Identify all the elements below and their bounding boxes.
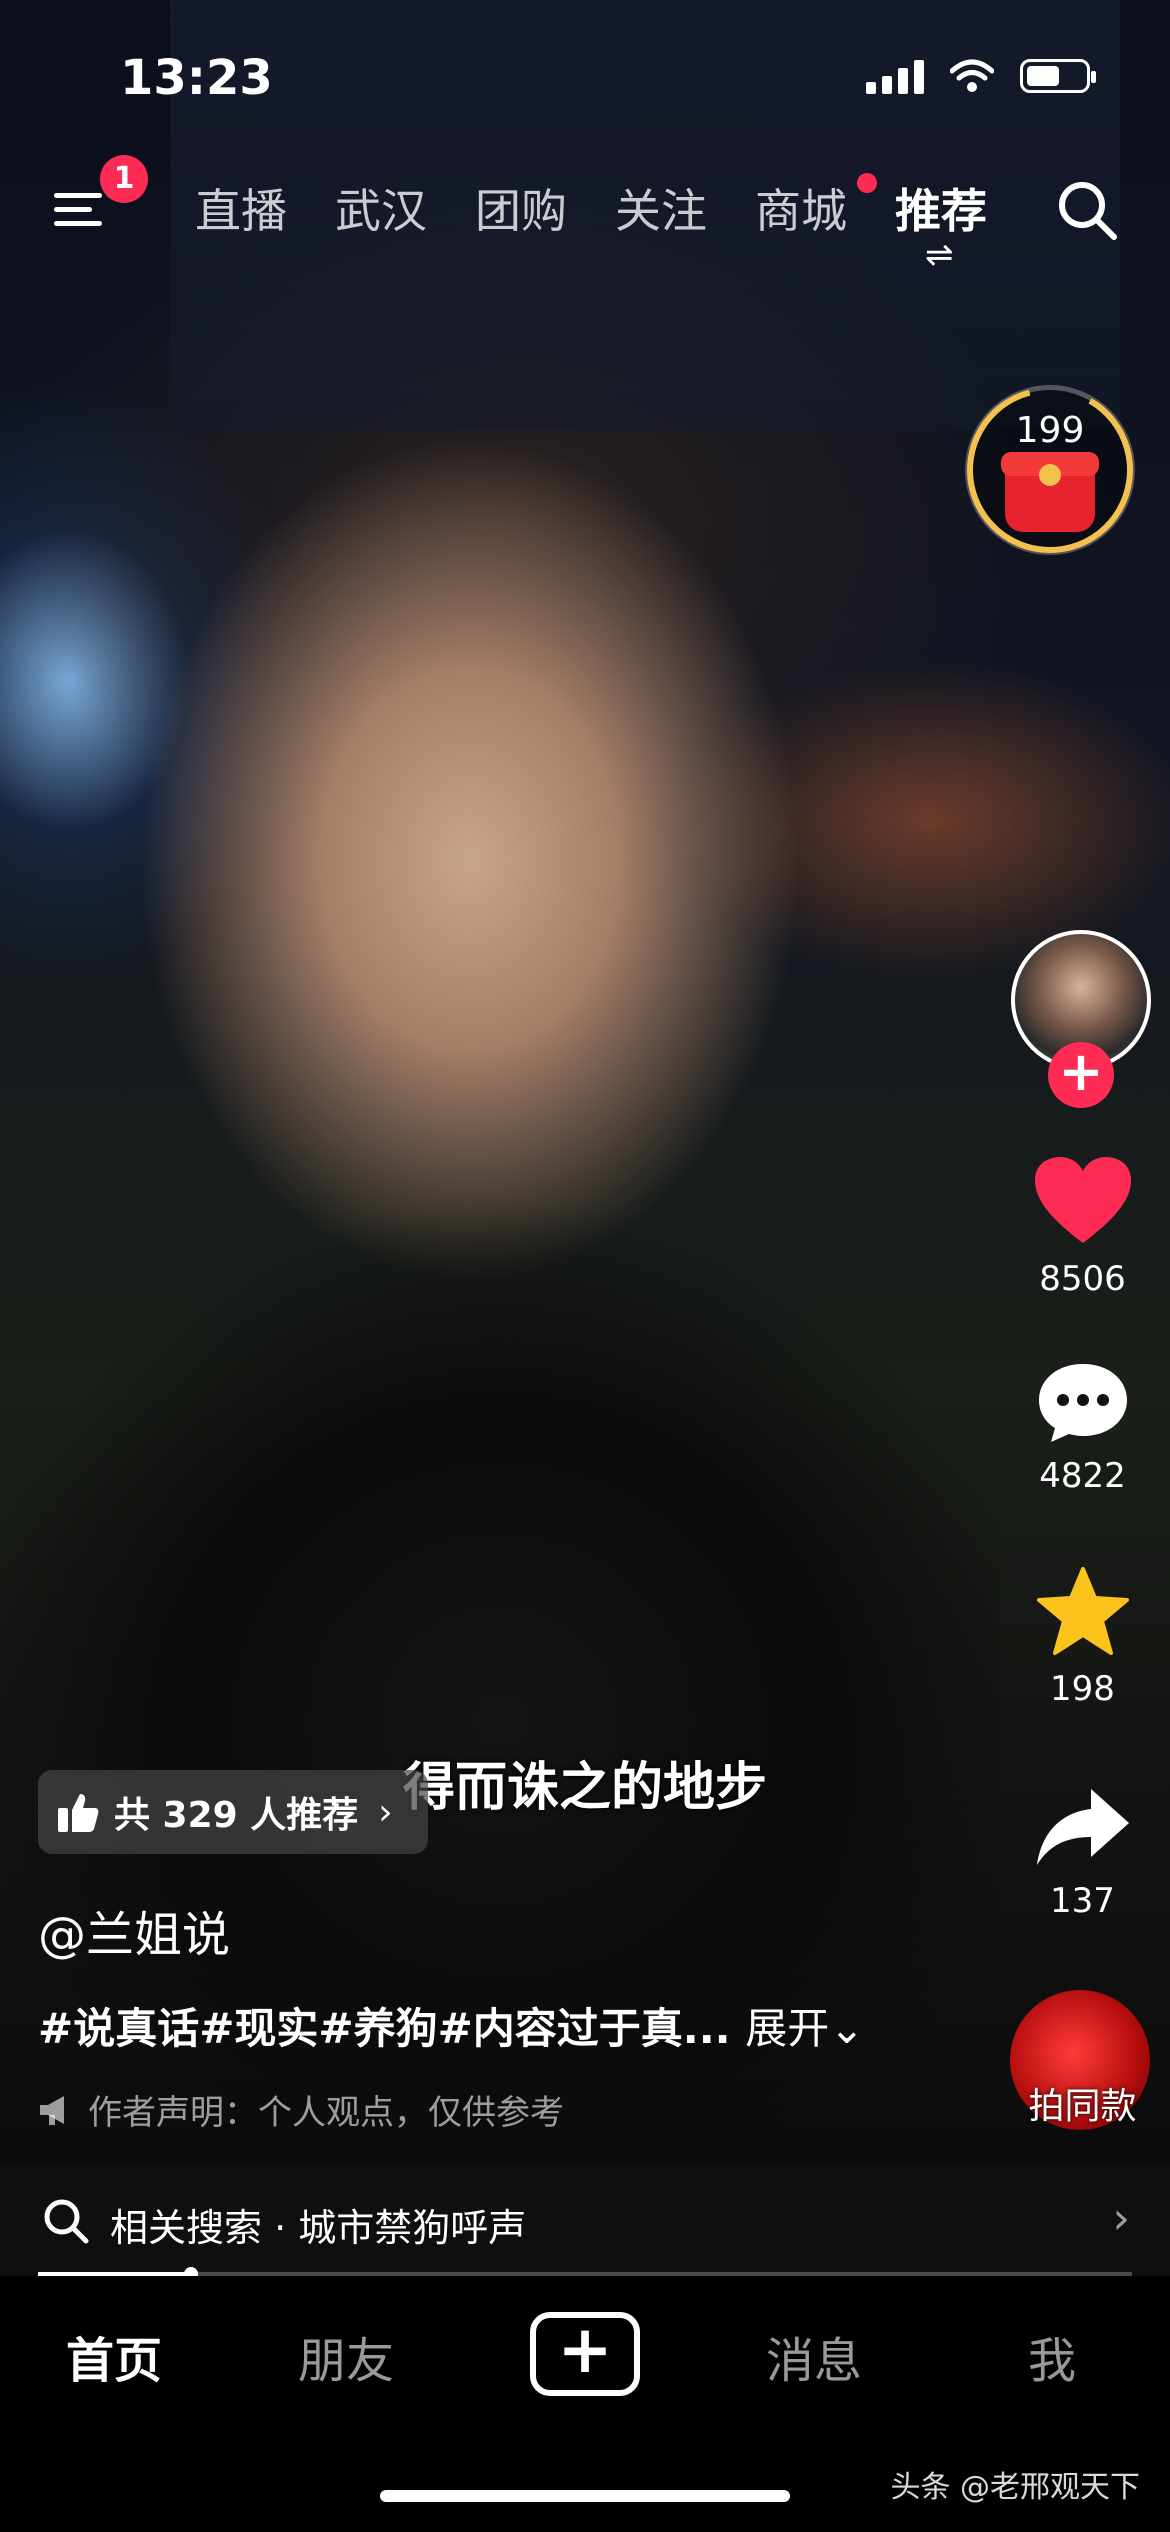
tab-local[interactable]: 武汉 [335,175,475,241]
tab-home[interactable]: 首页 [66,2321,162,2391]
red-packet-widget[interactable]: 199 [965,385,1135,555]
heart-icon [1034,1157,1131,1243]
create-button[interactable]: + [530,2312,640,2396]
nav-tabs: 直播 武汉 团购 关注 商城 推荐 [195,173,1035,241]
author-name[interactable]: @兰姐说 [38,1895,230,1965]
chevron-down-icon: ⌄ [829,2004,865,2053]
status-bar: 13:23 [0,40,1170,120]
tab-live[interactable]: 直播 [195,175,335,241]
star-icon [1036,1567,1129,1655]
red-packet-count: 199 [1015,410,1085,451]
tab-messages[interactable]: 消息 [766,2321,862,2391]
chevron-right-icon: › [378,1791,393,1833]
swap-icon[interactable]: ⇌ [925,235,954,275]
tab-friends[interactable]: 朋友 [298,2321,394,2391]
mall-red-dot [857,173,877,193]
tab-me[interactable]: 我 [1028,2321,1076,2391]
watermark: 头条 @老邢观天下 [890,2470,1140,2505]
home-indicator [380,2490,790,2502]
chevron-right-icon: › [1112,2193,1130,2244]
search-icon[interactable] [1052,175,1122,245]
status-icons [866,58,1096,94]
follow-button[interactable]: + [1048,1042,1114,1108]
related-search-bar[interactable]: 相关搜索 · 城市禁狗呼声 › [0,2165,1170,2275]
megaphone-icon [40,2095,64,2125]
post-description[interactable]: #说真话#现实#养狗#内容过于真... 展开⌄ [38,1995,864,2056]
search-icon [44,2199,89,2244]
tab-mall-label: 商城 [755,184,847,238]
comment-button[interactable]: 4822 [1000,1360,1165,1496]
comment-icon [1038,1364,1127,1442]
battery-icon [1020,59,1096,93]
plus-icon: + [557,2311,613,2388]
status-time: 13:23 [120,50,273,106]
tab-group-buy[interactable]: 团购 [475,175,615,241]
notification-badge: 1 [100,155,148,203]
like-button[interactable]: 8506 [1000,1155,1165,1299]
tab-following[interactable]: 关注 [615,175,755,241]
favorite-count: 198 [1050,1669,1115,1709]
author-notice: 作者声明：个人观点，仅供参考 [38,2085,564,2134]
expand-link[interactable]: 展开 [745,2004,829,2053]
tab-recommend[interactable]: 推荐 [895,175,1035,241]
recommend-text: 共 329 人推荐 [114,1795,359,1836]
like-count: 8506 [1039,1259,1126,1299]
tab-mall[interactable]: 商城 [755,173,895,241]
thumbs-up-icon [58,1794,99,1832]
comment-count: 4822 [1039,1456,1126,1496]
video-feed-screen[interactable]: 13:23 1 直播 武汉 团购 关注 商城 推荐 ⇌ 199 + 8506 4… [0,0,1170,2532]
wifi-icon [950,59,994,92]
post-description-text: #说真话#现实#养狗#内容过于真... [38,2004,731,2053]
author-notice-text: 作者声明：个人观点，仅供参考 [88,2093,564,2133]
signal-icon [866,58,924,94]
share-count: 137 [1050,1881,1115,1921]
same-style-label[interactable]: 拍同款 [1000,2077,1165,2129]
recommend-pill[interactable]: 共 329 人推荐 › [38,1770,428,1854]
related-search-text: 相关搜索 · 城市禁狗呼声 [110,2206,527,2250]
red-packet-icon [1001,452,1099,532]
top-nav: 1 直播 武汉 团购 关注 商城 推荐 ⇌ [0,155,1170,275]
favorite-button[interactable]: 198 [1000,1565,1165,1709]
